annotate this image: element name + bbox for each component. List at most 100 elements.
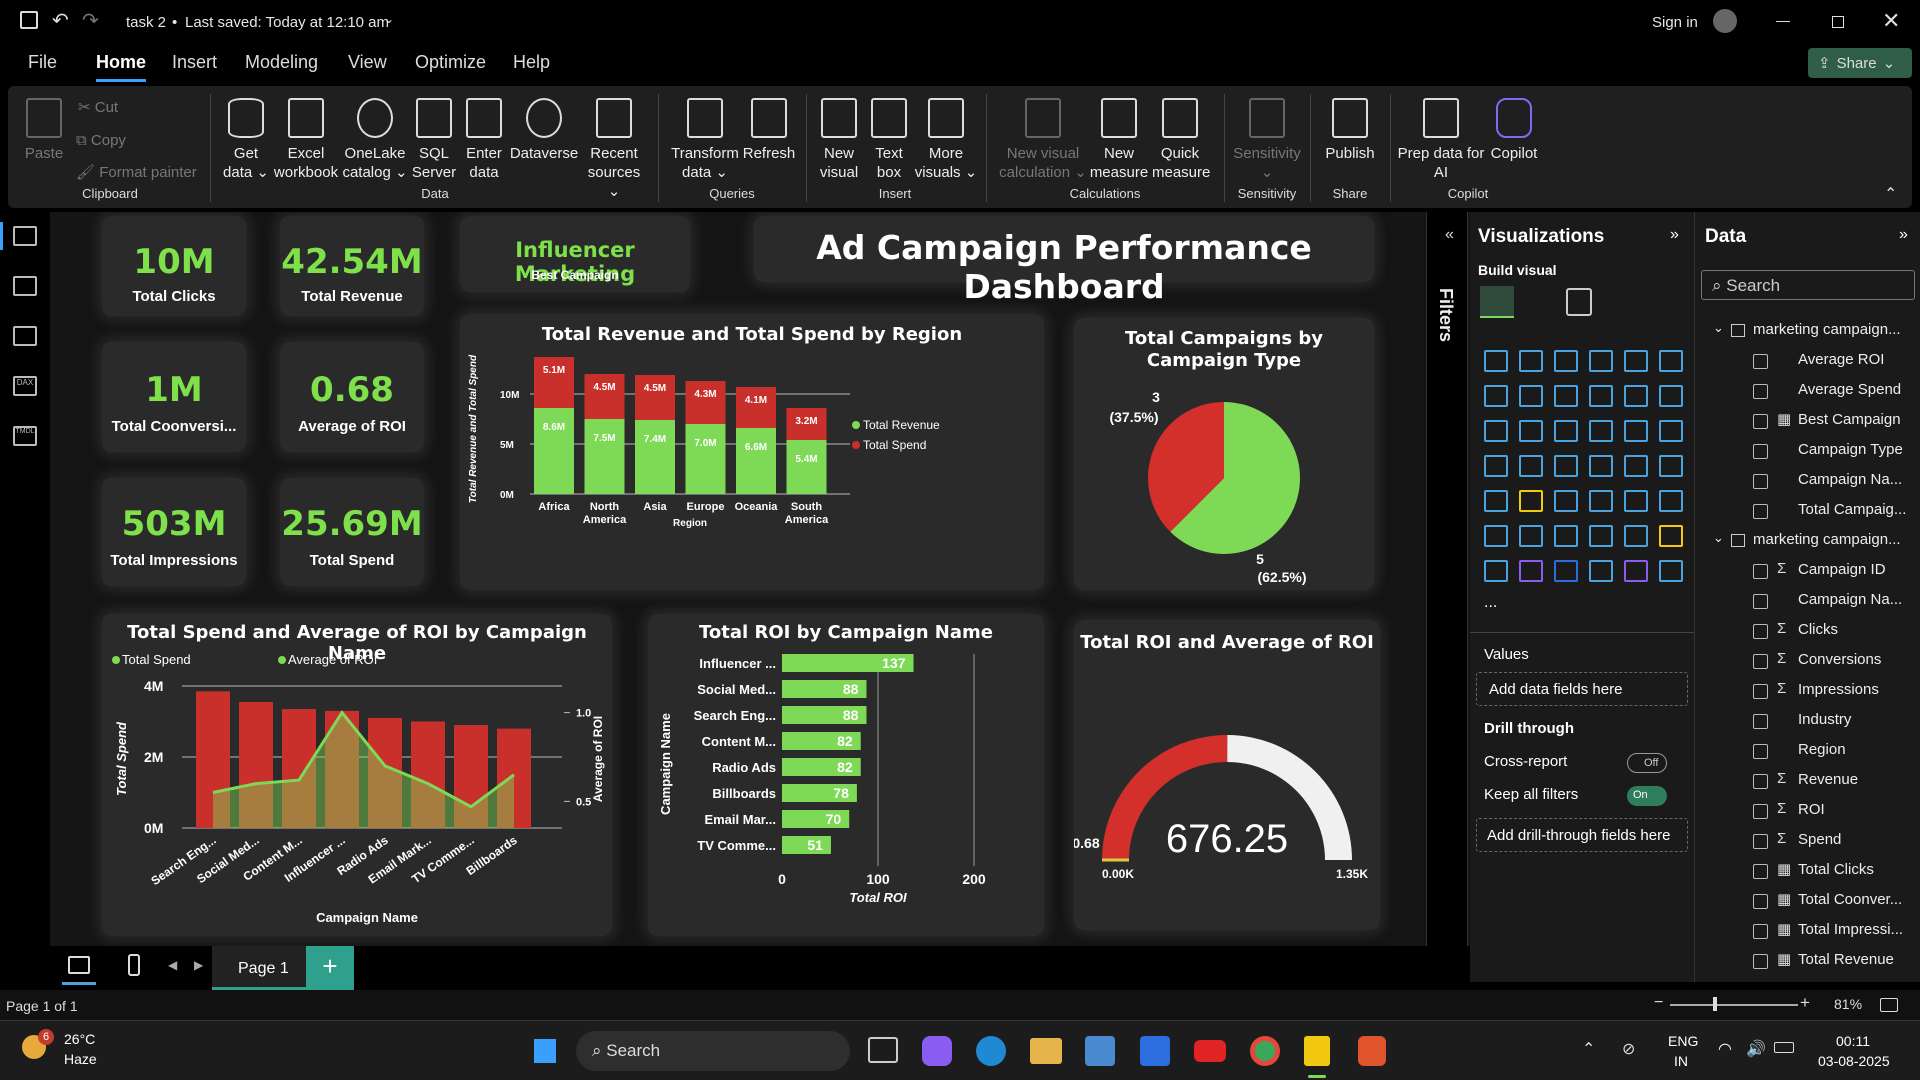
brave-icon[interactable]: [1358, 1036, 1386, 1066]
data-field-item[interactable]: Industry: [1695, 706, 1920, 734]
close-icon[interactable]: ✕: [1882, 8, 1900, 34]
data-field-item[interactable]: Σ Impressions: [1695, 676, 1920, 704]
azure-map-visual-icon[interactable]: [1589, 455, 1613, 477]
ribbon-visual-icon[interactable]: [1484, 420, 1508, 442]
data-field-item[interactable]: Σ Conversions: [1695, 646, 1920, 674]
waterfall-visual-icon[interactable]: [1519, 420, 1543, 442]
kpi-card-total-impressions[interactable]: 503M Total Impressions: [102, 478, 246, 586]
task-view-icon[interactable]: [868, 1037, 898, 1063]
menu-home[interactable]: Home: [96, 52, 147, 82]
data-table-header[interactable]: ⌄ marketing campaign...: [1695, 316, 1920, 344]
narrative-visual-icon[interactable]: [1624, 525, 1648, 547]
field-checkbox[interactable]: [1753, 654, 1768, 669]
data-field-item[interactable]: Σ Revenue: [1695, 766, 1920, 794]
undo-icon[interactable]: ↶: [52, 8, 69, 33]
get-more-visual-icon[interactable]: [1589, 560, 1613, 582]
last-saved[interactable]: Last saved: Today at 12:10 am: [185, 14, 389, 31]
desktop-layout-icon[interactable]: [68, 956, 90, 974]
powerbi-icon[interactable]: [1304, 1036, 1330, 1066]
filters-pane-collapsed[interactable]: « Filters: [1426, 212, 1468, 982]
decomposition-tree-visual-icon[interactable]: [1554, 525, 1578, 547]
data-field-item[interactable]: ▦ Best Campaign: [1695, 406, 1920, 434]
recent-sources-button[interactable]: Recent sources ⌄: [580, 98, 648, 201]
field-checkbox[interactable]: [1753, 864, 1768, 879]
new-visual-button[interactable]: New visual: [814, 98, 864, 182]
field-checkbox[interactable]: [1753, 684, 1768, 699]
quick-measure-button[interactable]: Quick measure: [1152, 98, 1210, 182]
data-field-item[interactable]: Average Spend: [1695, 376, 1920, 404]
100-area-visual-icon[interactable]: [1589, 385, 1613, 407]
data-field-item[interactable]: Campaign Na...: [1695, 466, 1920, 494]
new-visual-calculation-button[interactable]: New visual calculation ⌄: [998, 98, 1088, 182]
more-visuals-button[interactable]: More visuals ⌄: [912, 98, 980, 182]
model-view-icon[interactable]: [13, 326, 37, 346]
stacked-area-visual-icon[interactable]: [1554, 385, 1578, 407]
clock-date[interactable]: 03-08-2025: [1818, 1053, 1890, 1069]
field-checkbox[interactable]: [1753, 384, 1768, 399]
gauge-card[interactable]: Total ROI and Average of ROI 676.25 0.00K…: [1074, 620, 1380, 930]
field-checkbox[interactable]: [1753, 594, 1768, 609]
data-field-item[interactable]: Campaign Type: [1695, 436, 1920, 464]
format-painter-button[interactable]: 🖌 Format painter: [76, 163, 197, 182]
stacked-column-visual-icon[interactable]: [1519, 350, 1543, 372]
kpi-card-total-spend[interactable]: 25.69M Total Spend: [280, 478, 424, 586]
best-campaign-card[interactable]: Influencer Marketing Best Campaign: [460, 216, 690, 292]
paste-button[interactable]: Paste: [22, 98, 66, 163]
redo-icon[interactable]: ↷: [82, 8, 99, 33]
qa-visual-icon[interactable]: [1589, 525, 1613, 547]
data-field-item[interactable]: Campaign Na...: [1695, 586, 1920, 614]
chrome-icon[interactable]: [1250, 1036, 1280, 1066]
tray-app-icon[interactable]: ⊘: [1622, 1039, 1635, 1059]
line-visual-icon[interactable]: [1484, 385, 1508, 407]
restore-icon[interactable]: [1832, 16, 1844, 28]
custom-visual-icon[interactable]: [1659, 560, 1683, 582]
treemap-visual-icon[interactable]: [1484, 455, 1508, 477]
map-visual-icon[interactable]: [1519, 455, 1543, 477]
kpi-card-total-clicks[interactable]: 10M Total Clicks: [102, 216, 246, 316]
gauge-visual-icon[interactable]: [1624, 455, 1648, 477]
field-checkbox[interactable]: [1753, 444, 1768, 459]
field-checkbox[interactable]: [1753, 414, 1768, 429]
add-page-button[interactable]: +: [306, 946, 354, 990]
donut-visual-icon[interactable]: [1659, 420, 1683, 442]
dax-query-view-icon[interactable]: DAX: [13, 376, 37, 396]
dataverse-button[interactable]: Dataverse: [508, 98, 580, 163]
keep-filters-toggle[interactable]: On: [1627, 786, 1667, 806]
key-influencers-visual-icon[interactable]: [1519, 525, 1543, 547]
data-field-item[interactable]: Σ Spend: [1695, 826, 1920, 854]
field-checkbox[interactable]: [1753, 564, 1768, 579]
power-automate-visual-icon[interactable]: [1554, 560, 1578, 582]
field-checkbox[interactable]: [1753, 774, 1768, 789]
menu-file[interactable]: File: [28, 52, 57, 73]
menu-insert[interactable]: Insert: [172, 52, 217, 73]
wifi-icon[interactable]: ◠: [1718, 1039, 1732, 1059]
prev-page-icon[interactable]: ◀: [168, 958, 177, 972]
python-visual-icon[interactable]: [1484, 525, 1508, 547]
scatter-visual-icon[interactable]: [1589, 420, 1613, 442]
new-measure-button[interactable]: New measure: [1088, 98, 1150, 182]
field-checkbox[interactable]: [1753, 504, 1768, 519]
refresh-button[interactable]: Refresh: [740, 98, 798, 163]
clustered-bar-visual-icon[interactable]: [1554, 350, 1578, 372]
battery-icon[interactable]: [1774, 1042, 1794, 1053]
field-checkbox[interactable]: [1753, 804, 1768, 819]
table-view-icon[interactable]: [13, 276, 37, 296]
filled-map-visual-icon[interactable]: [1554, 455, 1578, 477]
paginated-visual-icon[interactable]: [1484, 560, 1508, 582]
data-field-item[interactable]: ▦ Total Coonver...: [1695, 886, 1920, 914]
sql-server-button[interactable]: SQL Server: [410, 98, 458, 182]
kpi-card-total-revenue[interactable]: 42.54M Total Revenue: [280, 216, 424, 316]
region-chart-card[interactable]: Total Revenue and Total Spend by Region …: [460, 314, 1044, 590]
data-field-item[interactable]: ▦ Total Impressi...: [1695, 916, 1920, 944]
field-checkbox[interactable]: [1753, 924, 1768, 939]
copy-button[interactable]: ⧉ Copy: [76, 131, 126, 150]
field-checkbox[interactable]: [1753, 714, 1768, 729]
collapse-viz-icon[interactable]: »: [1670, 226, 1679, 244]
excel-workbook-button[interactable]: Excel workbook: [270, 98, 342, 182]
field-map-visual-icon[interactable]: [1624, 560, 1648, 582]
data-field-item[interactable]: Σ Clicks: [1695, 616, 1920, 644]
line-clustered-visual-icon[interactable]: [1659, 385, 1683, 407]
youtube-icon[interactable]: [1194, 1040, 1226, 1062]
100-column-visual-icon[interactable]: [1659, 350, 1683, 372]
text-box-button[interactable]: Text box: [866, 98, 912, 182]
